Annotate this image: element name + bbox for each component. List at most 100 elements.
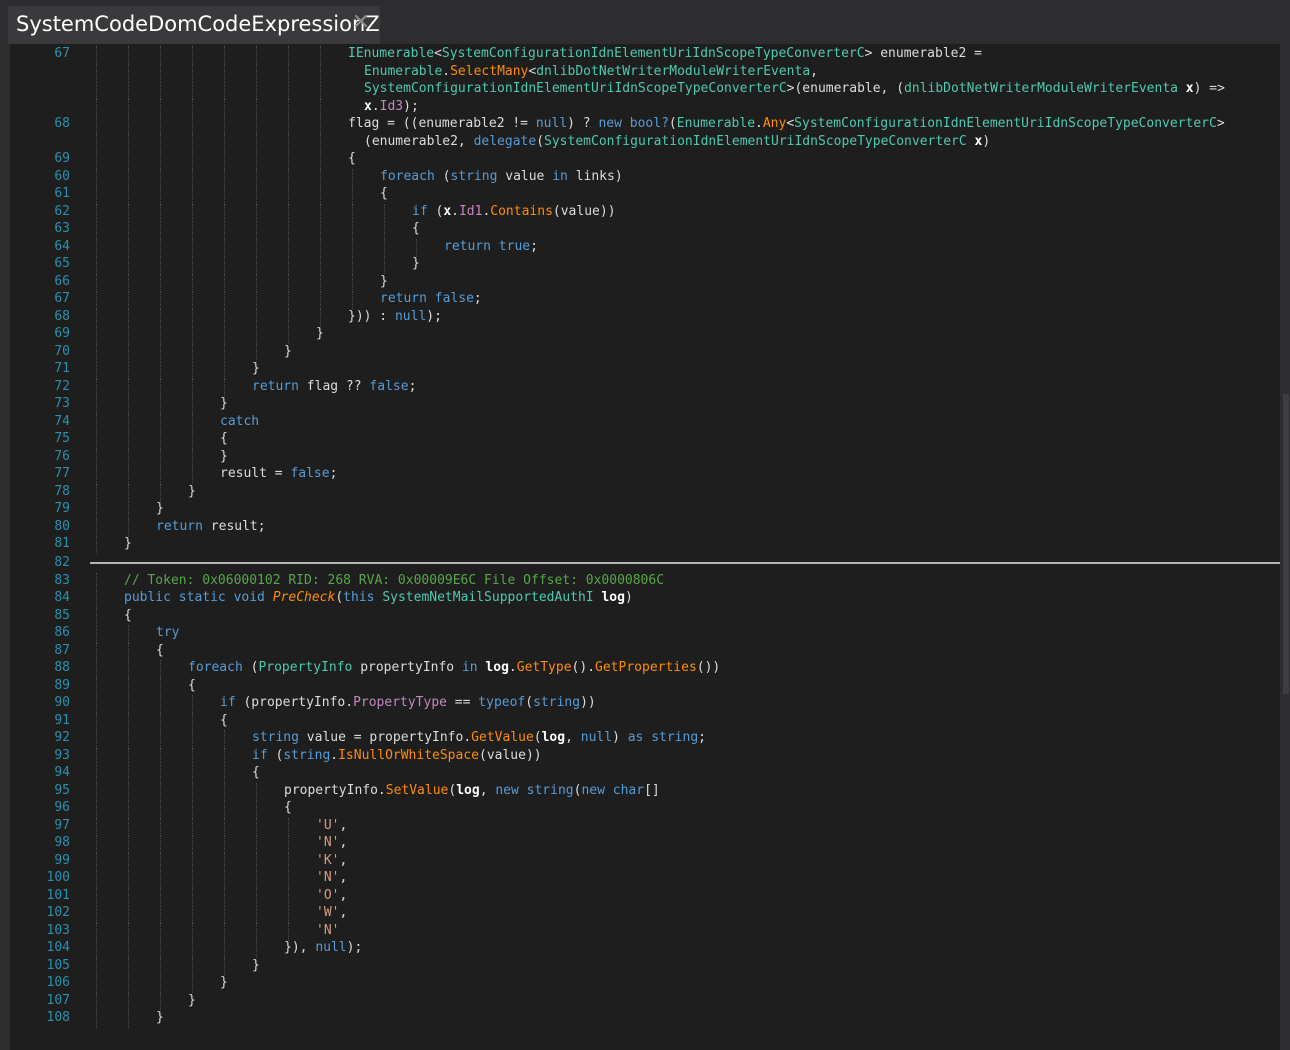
line-number: 66 (54, 273, 70, 289)
indent-guide (288, 291, 289, 309)
code-token: , (339, 905, 348, 920)
code-editor[interactable]: 67 IEnumerable<SystemConfigurationIdnElem… (10, 44, 1280, 1050)
code-token: } (220, 396, 228, 411)
code-token: if (412, 203, 428, 219)
indent-guide (384, 221, 385, 239)
indent-guide (128, 361, 129, 379)
line-number: 84 (54, 590, 70, 605)
indent-guide (192, 905, 193, 923)
indent-guide (192, 378, 193, 397)
indent-guide (96, 536, 97, 554)
indent-guide (320, 238, 321, 257)
code-token: } (188, 483, 196, 499)
indent-guide (224, 782, 225, 801)
tab-systemcodedomcodeexpressionz[interactable]: SystemCodeDomCodeExpressionZ ✕ (8, 6, 380, 44)
indent-guide (256, 133, 257, 152)
indent-guide (320, 168, 321, 187)
line-number: 90 (54, 695, 70, 710)
indent-guide (224, 168, 225, 187)
indent-guide (192, 712, 193, 731)
indent-guide (224, 81, 225, 99)
code-token: , (565, 730, 581, 745)
code-token: null (315, 940, 347, 955)
indent-guide (224, 238, 225, 257)
code-text: catch (220, 414, 259, 430)
indent-guide (160, 483, 161, 502)
code-token: , (339, 835, 348, 850)
indent-guide (160, 957, 161, 976)
code-token: Any (762, 116, 787, 131)
code-text: return result; (156, 519, 266, 535)
line-number: 108 (46, 1010, 70, 1025)
code-token: ( (267, 747, 284, 763)
indent-guide (192, 747, 193, 766)
indent-guide (288, 852, 289, 871)
scrollbar-thumb[interactable] (1283, 394, 1289, 694)
indent-guide (192, 431, 193, 449)
indent-guide (224, 256, 225, 274)
indent-guide (192, 782, 193, 801)
indent-guide (96, 992, 97, 1011)
code-token: [] (644, 782, 660, 798)
code-token: null (580, 730, 613, 745)
indent-guide (288, 116, 289, 134)
code-token: null (535, 116, 568, 131)
line-number: 72 (54, 378, 70, 394)
line-number: 81 (54, 536, 70, 551)
code-text: } (316, 326, 324, 342)
vertical-scrollbar[interactable] (1282, 44, 1290, 1050)
code-token: 'U' (316, 817, 340, 833)
indent-guide (192, 291, 193, 309)
line-number: 63 (54, 221, 70, 236)
code-token: < (434, 46, 442, 61)
code-text: } (156, 501, 164, 517)
indent-guide (224, 221, 225, 239)
indent-guide (128, 273, 129, 292)
indent-guide (224, 98, 225, 117)
code-token: { (252, 765, 260, 780)
indent-guide (128, 378, 129, 397)
indent-guide (192, 133, 193, 152)
indent-guide (160, 466, 161, 484)
close-icon[interactable]: ✕ (350, 12, 372, 34)
indent-guide (224, 730, 225, 748)
code-token: dnlibDotNetWriterModuleWriterEventa (536, 63, 811, 79)
code-token: ); (426, 308, 442, 324)
code-token: false (369, 378, 409, 394)
indent-guide (320, 291, 321, 309)
indent-guide (224, 765, 225, 783)
code-token: delegate (473, 133, 537, 149)
indent-guide (192, 221, 193, 239)
indent-guide (224, 378, 225, 397)
indent-guide (224, 133, 225, 152)
indent-guide (384, 256, 385, 274)
indent-guide (224, 905, 225, 923)
indent-guide (288, 81, 289, 99)
line-number: 100 (46, 870, 70, 885)
indent-guide (256, 922, 257, 941)
line-number: 95 (54, 782, 70, 798)
code-token: this (343, 590, 383, 605)
code-token: x (443, 203, 452, 219)
code-token: PropertyType (353, 695, 447, 710)
indent-guide (128, 133, 129, 152)
indent-guide (192, 396, 193, 414)
code-token: false (290, 466, 330, 481)
code-token: ; (329, 466, 338, 481)
indent-guide (96, 1010, 97, 1028)
code-token: if (252, 747, 268, 763)
indent-guide (224, 203, 225, 222)
indent-guide (256, 168, 257, 187)
indent-guide (288, 203, 289, 222)
code-token: x (1177, 81, 1194, 96)
indent-guide (192, 466, 193, 484)
indent-guide (128, 186, 129, 204)
code-token: ( (668, 116, 677, 131)
code-token: } (252, 957, 260, 973)
indent-guide (224, 870, 225, 888)
indent-guide (160, 361, 161, 379)
indent-guide (96, 396, 97, 414)
indent-guide (128, 431, 129, 449)
indent-guide (192, 817, 193, 836)
indent-guide (96, 501, 97, 519)
